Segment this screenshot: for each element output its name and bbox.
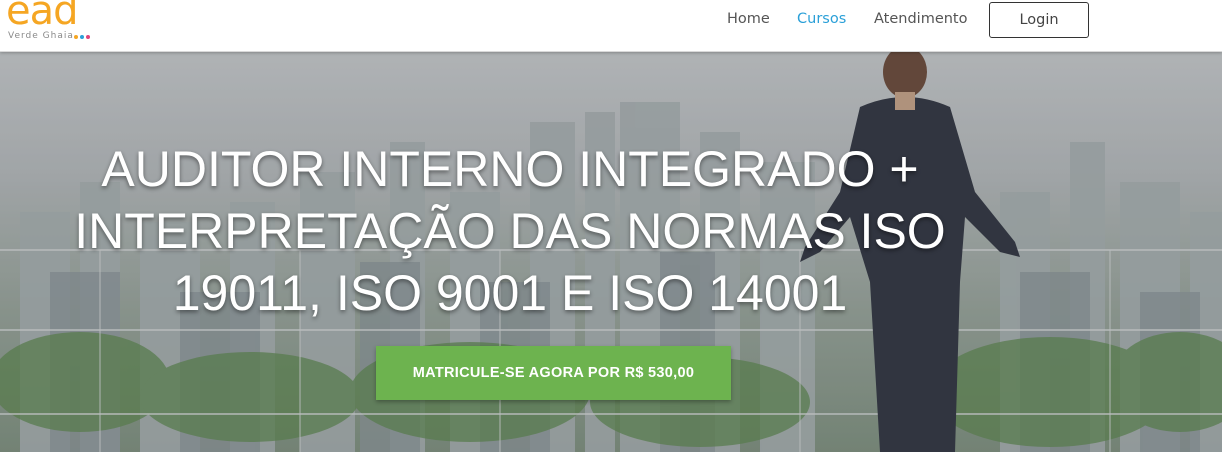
nav-cursos[interactable]: Cursos xyxy=(797,11,846,27)
logo-dot xyxy=(74,35,78,39)
logo-dot xyxy=(80,35,84,39)
enroll-button[interactable]: MATRICULE-SE AGORA POR R$ 530,00 xyxy=(376,346,731,400)
site-logo[interactable]: ead Verde Ghaia xyxy=(6,0,106,47)
logo-dot xyxy=(86,35,90,39)
nav-home[interactable]: Home xyxy=(727,11,770,27)
logo-wordmark: ead xyxy=(6,0,79,34)
logo-dots-icon xyxy=(74,35,90,39)
hero-title: AUDITOR INTERNO INTEGRADO + INTERPRETAÇÃ… xyxy=(74,141,946,321)
hero-banner: AUDITOR INTERNO INTEGRADO + INTERPRETAÇÃ… xyxy=(0,52,1222,452)
logo-subtitle: Verde Ghaia xyxy=(8,31,74,41)
site-header: ead Verde Ghaia Home Cursos Atendimento … xyxy=(0,0,1222,52)
login-button[interactable]: Login xyxy=(989,2,1089,38)
nav-atendimento[interactable]: Atendimento xyxy=(874,11,968,27)
